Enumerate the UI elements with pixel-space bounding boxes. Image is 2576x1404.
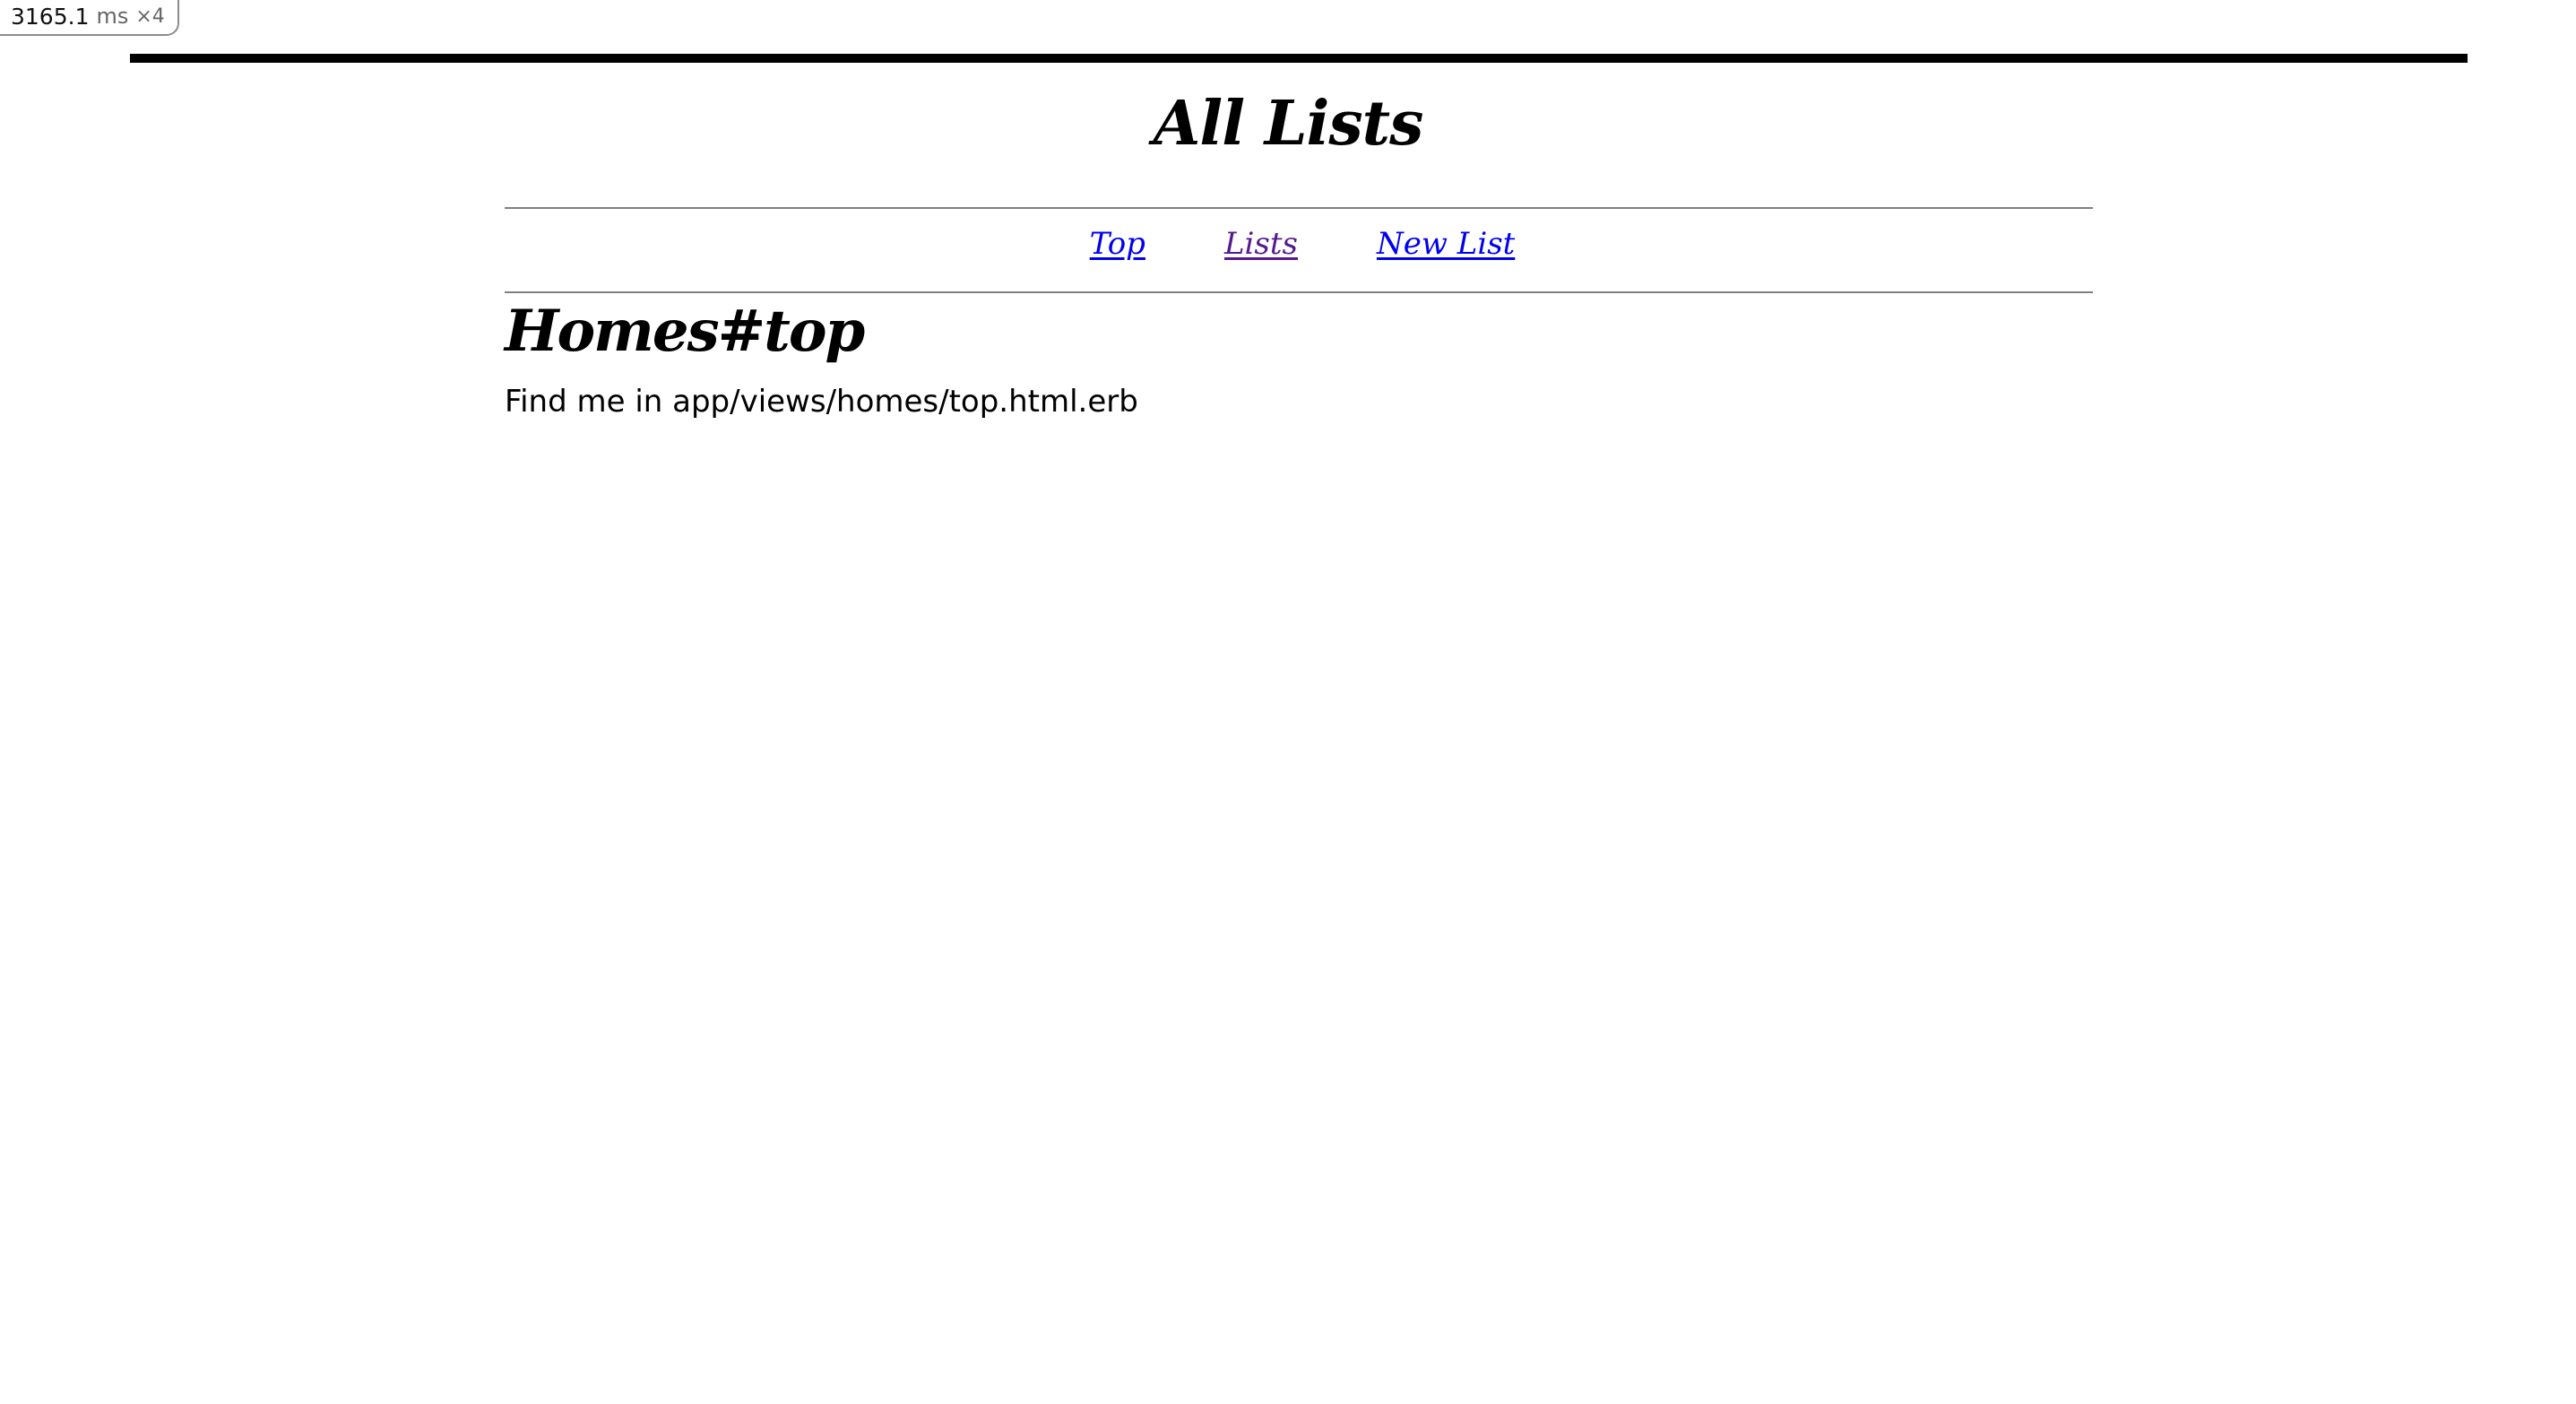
nav-link-lists[interactable]: Lists	[1224, 226, 1298, 263]
profiler-time: 3165.1	[11, 3, 90, 30]
page-body-text: Find me in app/views/homes/top.html.erb	[505, 384, 1138, 420]
nav-link-new-list[interactable]: New List	[1377, 226, 1515, 263]
nav-link-top[interactable]: Top	[1090, 226, 1145, 263]
nav-top-divider	[505, 207, 2093, 209]
profiler-unit: ms	[96, 4, 129, 29]
site-title: All Lists	[1153, 88, 1424, 160]
nav-bottom-divider	[505, 291, 2093, 293]
main-nav: Top Lists New List	[505, 226, 2093, 263]
top-divider	[130, 54, 2468, 63]
profiler-count: ×4	[135, 4, 165, 28]
page-heading: Homes#top	[505, 298, 865, 365]
profiler-badge[interactable]: 3165.1 ms ×4	[0, 0, 179, 36]
